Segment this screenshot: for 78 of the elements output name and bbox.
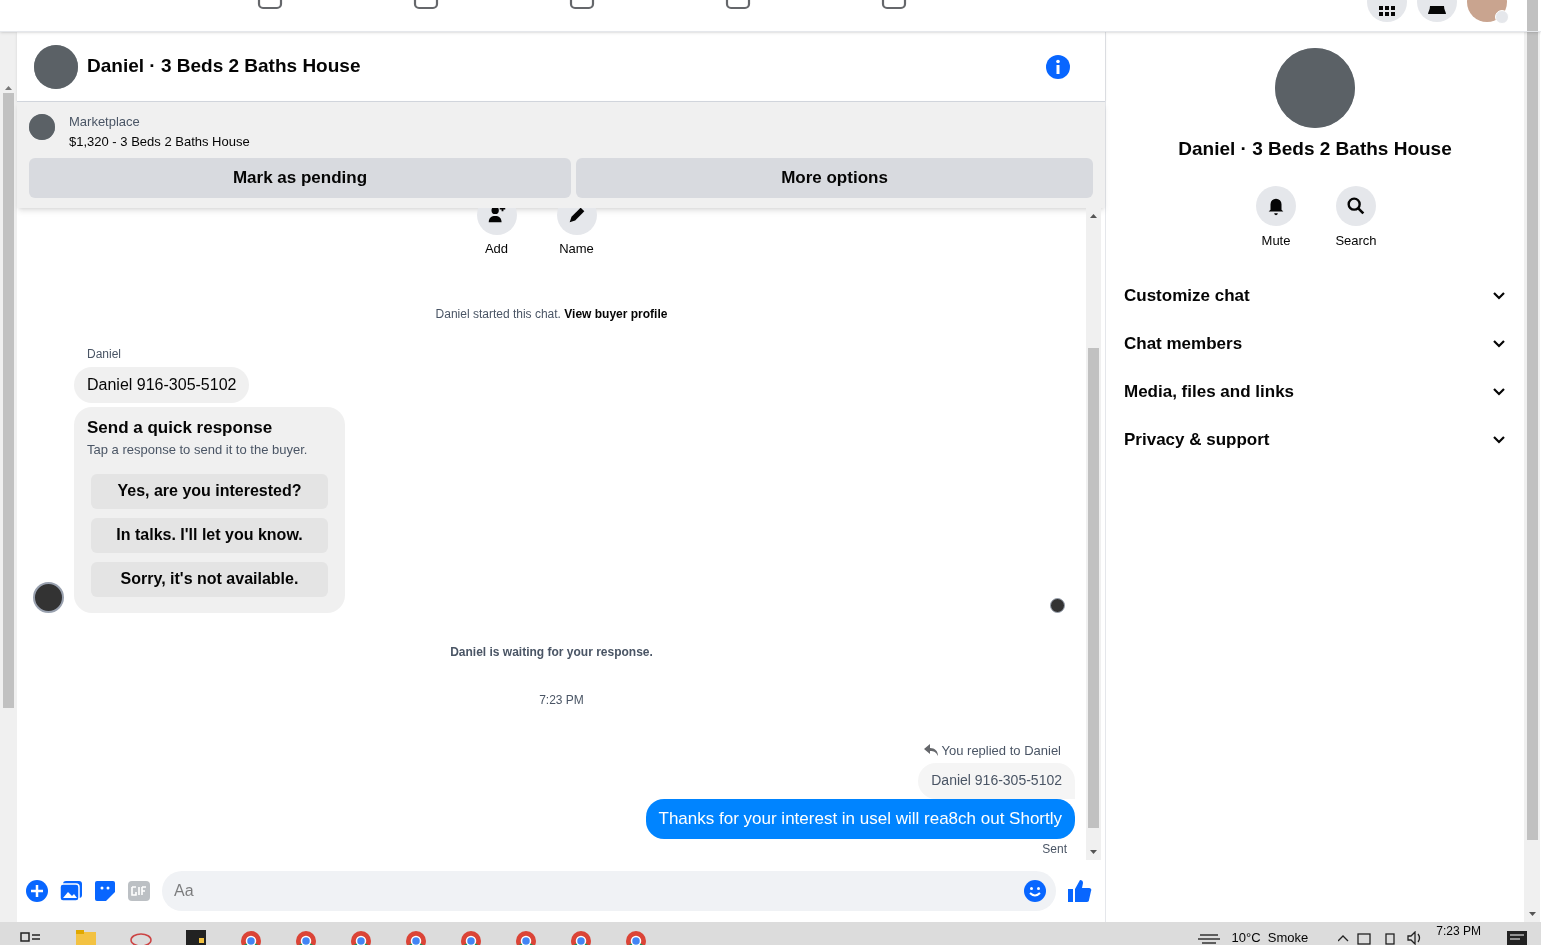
nav-icon[interactable] xyxy=(413,0,439,12)
widget-icon[interactable] xyxy=(20,930,42,945)
paint-icon[interactable] xyxy=(130,930,152,945)
nav-icon[interactable] xyxy=(569,0,595,12)
chevron-icon xyxy=(1492,435,1506,445)
scrollbar-thumb[interactable] xyxy=(1526,0,1538,840)
quick-reply-button[interactable]: Yes, are you interested? xyxy=(91,473,328,509)
mute-button[interactable] xyxy=(1256,185,1296,226)
grid-icon xyxy=(1379,6,1395,16)
quick-reply-button[interactable]: Sorry, it's not available. xyxy=(91,561,328,597)
scroll-up-icon[interactable] xyxy=(5,86,12,90)
waiting-notice: Daniel is waiting for your response. xyxy=(450,644,653,659)
section-row[interactable]: Chat members xyxy=(1115,320,1515,368)
section-label: Privacy & support xyxy=(1124,429,1271,452)
sticker-icon[interactable] xyxy=(94,880,116,902)
scroll-down-icon[interactable] xyxy=(1528,912,1536,916)
card-subtitle: Tap a response to send it to the buyer. xyxy=(87,441,309,459)
sender-avatar xyxy=(33,581,64,613)
scroll-up-icon[interactable] xyxy=(1090,214,1097,218)
emoji-icon[interactable] xyxy=(1024,880,1046,902)
browser-icon[interactable] xyxy=(515,930,537,945)
section-label: Chat members xyxy=(1124,333,1244,356)
chat-notice: Daniel started this chat. View buyer profile xyxy=(435,306,668,321)
reply-icon xyxy=(923,744,938,757)
nav-icon[interactable] xyxy=(257,0,283,12)
section-label: Media, files and links xyxy=(1124,381,1296,404)
delivery-status: Sent xyxy=(1042,840,1067,858)
chat-title: Daniel · 3 Beds 2 Baths House xyxy=(87,54,361,79)
listing-label: Marketplace xyxy=(69,113,141,131)
chevron-icon xyxy=(1492,291,1506,301)
action-button[interactable]: Mark as pending xyxy=(29,158,571,198)
timestamp: 7:23 PM xyxy=(539,692,584,707)
plus-icon[interactable] xyxy=(26,880,48,902)
chevron-icon xyxy=(1492,387,1506,397)
clock-time[interactable]: 7:23 PM xyxy=(1436,925,1481,937)
card-title: Send a quick response xyxy=(87,416,274,439)
message-bubble: Daniel 916-305-5102 xyxy=(74,366,250,403)
search-button[interactable] xyxy=(1336,185,1376,226)
weather-text[interactable]: 10°C Smoke xyxy=(1231,931,1309,944)
message-bubble: Thanks for your interest in usel will rea8ch out Shortly xyxy=(645,799,1075,839)
notification-icon[interactable] xyxy=(1507,931,1527,945)
seen-avatar xyxy=(1050,597,1065,613)
scroll-down-icon[interactable] xyxy=(1090,850,1097,854)
details-title: Daniel · 3 Beds 2 Baths House xyxy=(1178,137,1452,161)
listing-title: $1,320 - 3 Beds 2 Baths House xyxy=(69,133,250,151)
sender-name: Daniel xyxy=(87,345,123,363)
nav-icon[interactable] xyxy=(725,0,751,12)
buyer-profile-link[interactable]: View buyer profile xyxy=(564,306,668,321)
action-label: Name xyxy=(559,240,594,258)
action-label: Add xyxy=(484,240,509,258)
browser-icon[interactable] xyxy=(460,930,482,945)
action-label: Mute xyxy=(1261,231,1291,250)
browser-icon[interactable] xyxy=(405,930,427,945)
message-field[interactable]: Aa xyxy=(162,871,1056,911)
action-button[interactable]: More options xyxy=(576,158,1093,198)
browser-icon[interactable] xyxy=(625,930,647,945)
thumbs-up-icon[interactable] xyxy=(1068,879,1092,903)
browser-icon[interactable] xyxy=(240,930,262,945)
browser-icon[interactable] xyxy=(295,930,317,945)
browser-icon[interactable] xyxy=(570,930,592,945)
info-icon[interactable] xyxy=(1046,54,1070,79)
quick-reply-button[interactable]: In talks. I'll let you know. xyxy=(91,517,328,553)
section-label: Customize chat xyxy=(1124,285,1251,308)
section-row[interactable]: Media, files and links xyxy=(1115,368,1515,416)
image-icon[interactable] xyxy=(60,881,82,901)
terminal-icon[interactable] xyxy=(185,930,207,945)
nav-icon[interactable] xyxy=(881,0,907,12)
section-row[interactable]: Privacy & support xyxy=(1115,416,1515,464)
scrollbar-thumb[interactable] xyxy=(1088,348,1099,828)
weather-icon[interactable] xyxy=(1197,931,1220,945)
section-row[interactable]: Customize chat xyxy=(1115,272,1515,320)
tray-icons[interactable] xyxy=(1338,931,1423,945)
action-label: Search xyxy=(1335,231,1377,250)
chevron-icon xyxy=(1492,339,1506,349)
reply-label: You replied to Daniel xyxy=(941,741,1061,760)
scrollbar-thumb[interactable] xyxy=(3,93,14,708)
browser-icon[interactable] xyxy=(350,930,372,945)
quoted-message: Daniel 916-305-5102 xyxy=(918,763,1075,799)
